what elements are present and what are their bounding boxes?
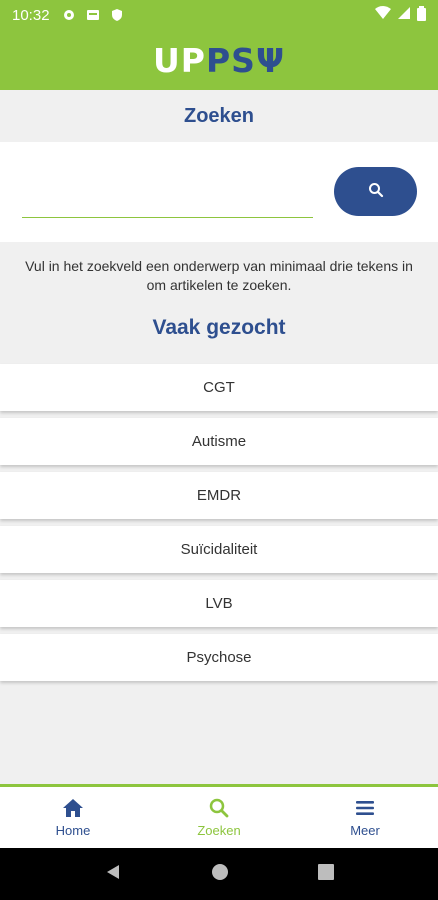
nav-more[interactable]: Meer <box>292 787 438 848</box>
search-input[interactable] <box>22 190 313 218</box>
nav-search[interactable]: Zoeken <box>146 787 292 848</box>
logo-text-psy: PSΨ <box>205 40 285 80</box>
nav-search-label: Zoeken <box>197 823 241 838</box>
bottom-navigation: Home Zoeken Meer <box>0 784 438 848</box>
popular-search-item[interactable]: EMDR <box>0 472 438 519</box>
wifi-icon <box>375 6 391 24</box>
search-icon <box>208 797 230 819</box>
back-icon[interactable] <box>104 863 122 886</box>
page-title-bar: Zoeken <box>0 90 438 142</box>
recents-icon[interactable] <box>317 863 334 885</box>
nav-home[interactable]: Home <box>0 787 146 848</box>
home-circle-icon[interactable] <box>211 863 229 886</box>
page-title: Zoeken <box>183 104 255 127</box>
system-navigation-bar <box>0 848 438 900</box>
app-logo: UPPSΨ <box>153 41 285 80</box>
signal-icon <box>397 6 411 24</box>
search-panel <box>0 142 438 242</box>
popular-search-item[interactable]: Autisme <box>0 418 438 465</box>
app-bar: UPPSΨ <box>0 30 438 90</box>
popular-searches-list: CGT Autisme EMDR Suïcidaliteit LVB Psych… <box>0 364 438 688</box>
storage-status-icon <box>86 8 100 22</box>
menu-icon <box>354 797 376 819</box>
popular-search-item[interactable]: Suïcidaliteit <box>0 526 438 573</box>
search-icon <box>368 182 384 201</box>
search-hint: Vul in het zoekveld een onderwerp van mi… <box>25 258 413 293</box>
battery-icon <box>417 5 426 25</box>
home-icon <box>62 797 84 819</box>
popular-search-item[interactable]: LVB <box>0 580 438 627</box>
settings-status-icon <box>62 8 76 22</box>
status-time: 10:32 <box>12 6 50 24</box>
popular-search-item[interactable]: CGT <box>0 364 438 411</box>
shield-status-icon <box>110 8 124 22</box>
logo-text-up: UP <box>153 40 206 80</box>
nav-more-label: Meer <box>350 823 380 838</box>
nav-home-label: Home <box>55 823 91 838</box>
status-bar: 10:32 <box>0 0 438 30</box>
popular-searches-title: Vaak gezocht <box>152 316 286 339</box>
popular-search-item[interactable]: Psychose <box>0 634 438 681</box>
search-button[interactable] <box>334 167 417 216</box>
